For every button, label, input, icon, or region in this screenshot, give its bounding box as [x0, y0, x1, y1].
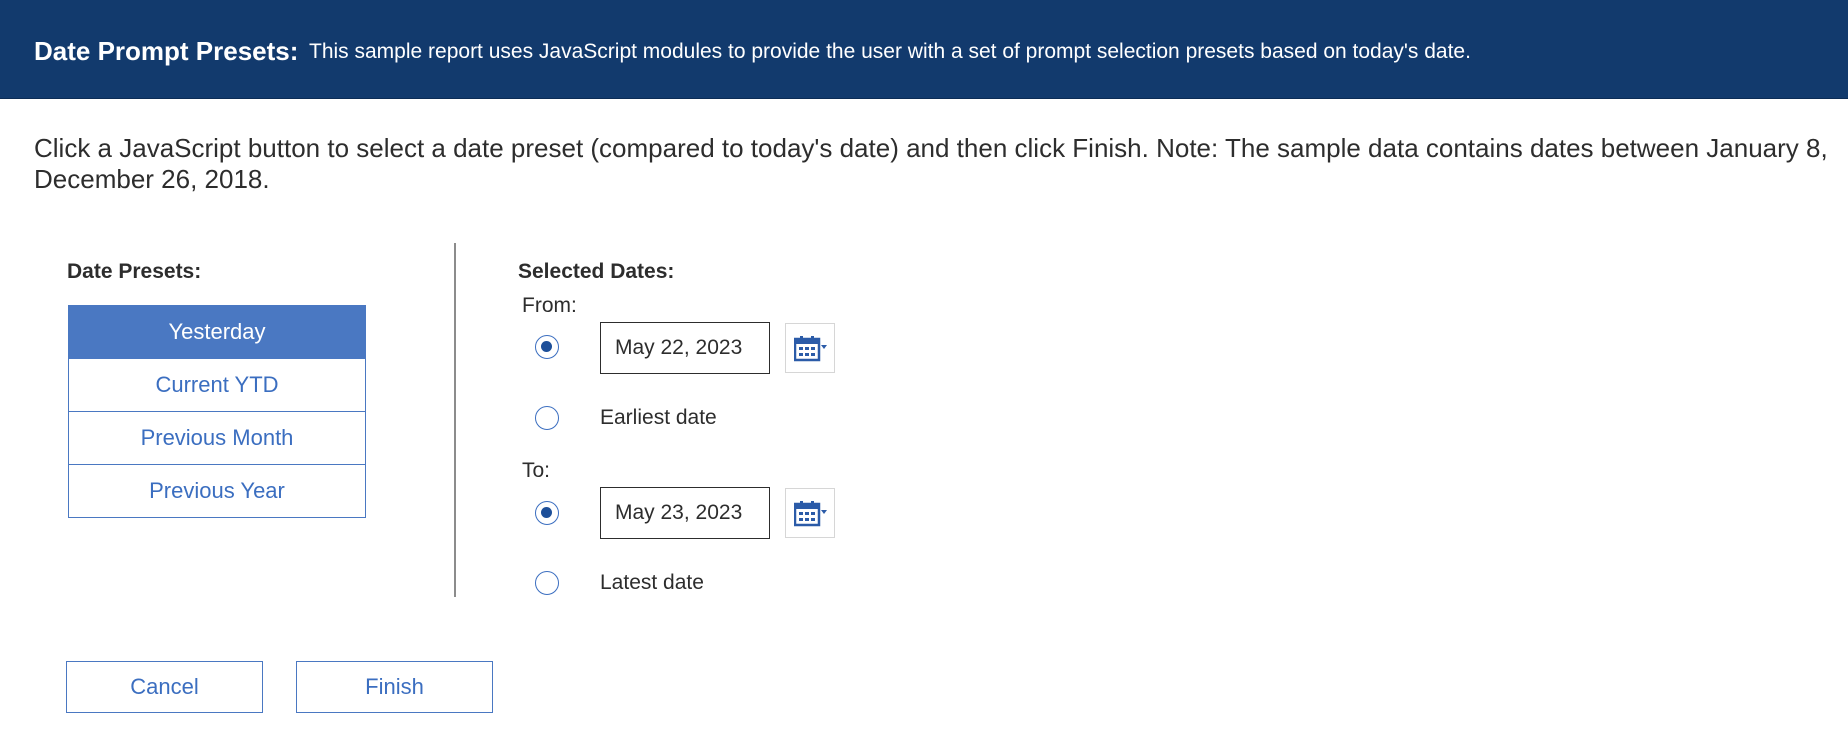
earliest-date-label: Earliest date: [600, 406, 717, 429]
date-presets-list: Yesterday Current YTD Previous Month Pre…: [68, 305, 366, 518]
preset-previous-month-button[interactable]: Previous Month: [69, 411, 365, 464]
from-date-radio[interactable]: [535, 335, 559, 359]
to-date-radio[interactable]: [535, 501, 559, 525]
preset-previous-year-button[interactable]: Previous Year: [69, 464, 365, 517]
from-label: From:: [522, 294, 577, 317]
latest-date-radio[interactable]: [535, 571, 559, 595]
preset-current-ytd-button[interactable]: Current YTD: [69, 358, 365, 411]
instructions-text: Click a JavaScript button to select a da…: [34, 133, 1828, 195]
calendar-dropdown-icon: [794, 501, 827, 527]
selected-dates-label: Selected Dates:: [518, 260, 675, 283]
to-calendar-button[interactable]: [785, 488, 835, 538]
header-description: This sample report uses JavaScript modul…: [309, 40, 1471, 63]
instructions-line-2: December 26, 2018.: [34, 164, 270, 194]
cancel-button[interactable]: Cancel: [66, 661, 263, 713]
from-calendar-button[interactable]: [785, 323, 835, 373]
date-presets-label: Date Presets:: [67, 260, 202, 283]
report-page: Date Prompt Presets: This sample report …: [0, 0, 1848, 734]
to-label: To:: [522, 459, 551, 482]
finish-button[interactable]: Finish: [296, 661, 493, 713]
from-date-field[interactable]: May 22, 2023: [600, 322, 770, 374]
to-date-field[interactable]: May 23, 2023: [600, 487, 770, 539]
earliest-date-radio[interactable]: [535, 406, 559, 430]
header-title: Date Prompt Presets:: [34, 36, 299, 66]
calendar-dropdown-icon: [794, 336, 827, 362]
latest-date-label: Latest date: [600, 571, 704, 594]
report-header: Date Prompt Presets: This sample report …: [0, 0, 1848, 99]
preset-yesterday-button[interactable]: Yesterday: [69, 306, 365, 358]
instructions-line-1: Click a JavaScript button to select a da…: [34, 133, 1828, 163]
section-divider: [454, 243, 456, 597]
